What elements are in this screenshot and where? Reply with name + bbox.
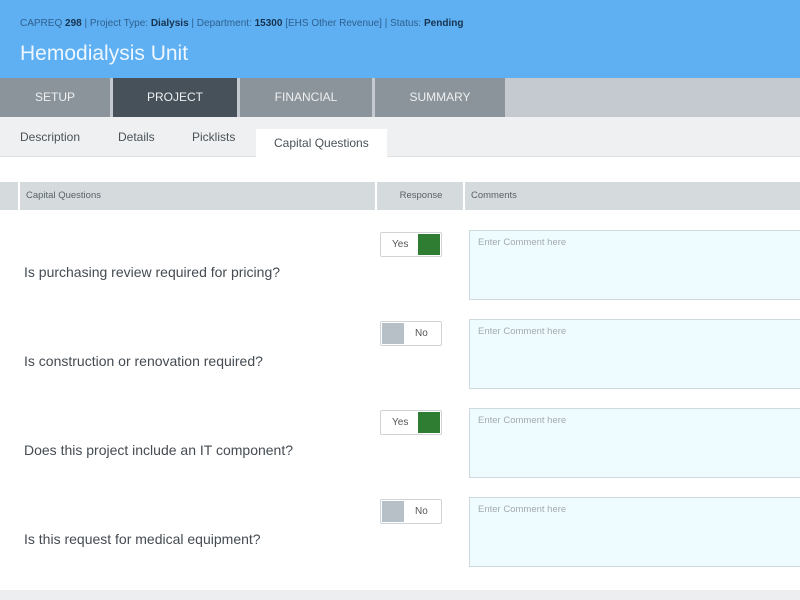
status-value: Pending (424, 18, 464, 29)
type-label: Project Type: (89, 18, 149, 29)
project-meta: CAPREQ 298 | Project Type: Dialysis | De… (20, 18, 464, 29)
subtab-details[interactable]: Details (100, 117, 173, 157)
col-question: Capital Questions (18, 182, 377, 210)
comment-input[interactable] (469, 497, 800, 567)
response-toggle[interactable]: Yes (380, 410, 442, 435)
page-title: Hemodialysis Unit (20, 42, 189, 65)
tab-summary[interactable]: SUMMARY (375, 78, 505, 117)
col-response: Response (375, 182, 465, 210)
toggle-label: Yes (392, 417, 409, 428)
tab-setup[interactable]: SETUP (0, 78, 110, 117)
toggle-knob (382, 323, 404, 344)
table-header: Capital Questions Response Comments (0, 182, 800, 210)
response-toggle[interactable]: No (380, 321, 442, 346)
dept-label: Department: (196, 18, 252, 29)
footer-bar (0, 590, 800, 600)
toggle-label: No (415, 506, 428, 517)
sub-tabs: Description Details Picklists Capital Qu… (0, 117, 800, 158)
dept-value: 15300 (254, 18, 283, 29)
subtab-capital-questions[interactable]: Capital Questions (256, 129, 387, 158)
col-comments: Comments (463, 182, 800, 210)
table-row: Does this project include an IT componen… (0, 408, 800, 499)
status-label: Status: (390, 18, 422, 29)
response-toggle[interactable]: Yes (380, 232, 442, 257)
toggle-knob (418, 234, 440, 255)
toggle-knob (382, 501, 404, 522)
tab-project[interactable]: PROJECT (113, 78, 237, 117)
capreq-value: 298 (65, 18, 82, 29)
main-nav: SETUP PROJECT FINANCIAL SUMMARY (0, 78, 800, 117)
comment-input[interactable] (469, 230, 800, 300)
table-row: Is construction or renovation required? … (0, 319, 800, 410)
capreq-label: CAPREQ (20, 18, 63, 29)
subtab-description[interactable]: Description (2, 117, 98, 157)
header: CAPREQ 298 | Project Type: Dialysis | De… (0, 0, 800, 78)
question-text: Is purchasing review required for pricin… (24, 264, 281, 280)
comment-input[interactable] (469, 408, 800, 478)
dept-name: [EHS Other Revenue] (285, 18, 382, 29)
type-value: Dialysis (150, 18, 189, 29)
table-row: Is this request for medical equipment? N… (0, 497, 800, 588)
toggle-label: No (415, 328, 428, 339)
subtab-picklists[interactable]: Picklists (174, 117, 253, 157)
toggle-knob (418, 412, 440, 433)
question-text: Does this project include an IT componen… (24, 442, 294, 458)
response-toggle[interactable]: No (380, 499, 442, 524)
capital-questions-panel: Capital Questions Response Comments Is p… (0, 157, 800, 590)
question-text: Is construction or renovation required? (24, 353, 263, 369)
toggle-label: Yes (392, 239, 409, 250)
question-text: Is this request for medical equipment? (24, 531, 261, 547)
tab-financial[interactable]: FINANCIAL (240, 78, 372, 117)
table-row: Is purchasing review required for pricin… (0, 230, 800, 321)
comment-input[interactable] (469, 319, 800, 389)
